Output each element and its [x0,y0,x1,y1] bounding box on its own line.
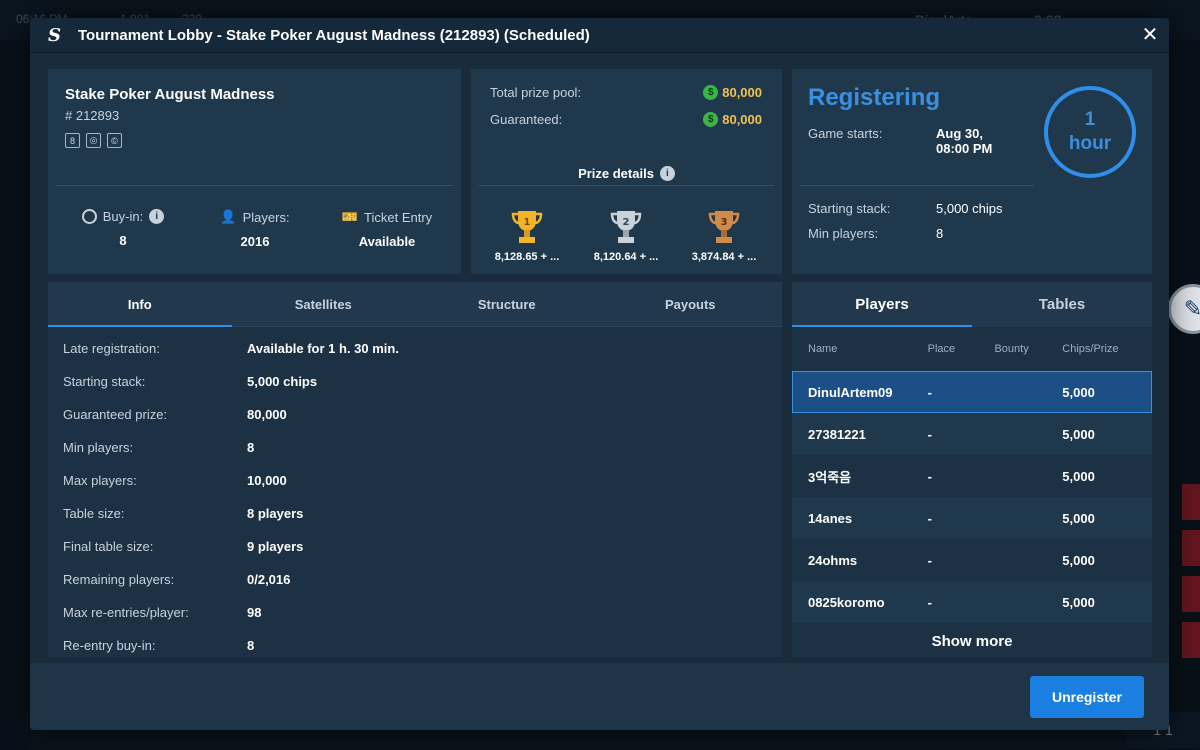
tournament-lobby-modal: S Tournament Lobby - Stake Poker August … [30,18,1169,730]
tab-players[interactable]: Players [792,282,972,327]
prize-amount: 3,874.84 + ... [691,251,757,263]
silver-trophy-icon: 2 [581,209,671,245]
stake-badge-icon: © [107,133,122,148]
tab-satellites[interactable]: Satellites [232,282,416,326]
prize-place-2: 2 8,120.64 + ... [581,209,671,263]
buyin-value: 8 [119,233,127,248]
prize-place-3: 3 3,874.84 + ... [679,209,769,263]
guaranteed-value: $ 80,000 [703,112,762,127]
table-row[interactable]: 24ohms -5,000 [792,539,1152,581]
info-list: Late registration: Available for 1 h. 30 … [63,341,782,671]
info-row: Guaranteed prize: 80,000 [63,407,287,422]
players-label: Players: [242,209,290,225]
info-icon[interactable]: i [149,209,165,224]
players-tabs: Players Tables [792,282,1152,327]
tournament-badges: 8 ◎ © [65,133,122,148]
table-row[interactable]: 0825koromo -5,000 [792,581,1152,623]
bronze-trophy-icon: 3 [679,209,769,245]
info-row: Min players: 8 [63,440,255,455]
players-stat: 👤 Players: 2016 [200,209,310,249]
tournament-summary-panel: Stake Poker August Madness # 212893 8 ◎ … [48,69,461,274]
prize-pool-panel: Total prize pool: $ 80,000 Guaranteed: $… [471,69,782,274]
tab-payouts[interactable]: Payouts [599,282,783,326]
svg-text:1: 1 [524,217,531,228]
chip-icon [81,209,97,224]
coin-icon: $ [703,85,719,100]
table-row[interactable]: 14anes -5,000 [792,497,1152,539]
ticket-value: Available [358,234,416,249]
info-row: Max re-entries/player: 98 [63,605,262,620]
buyin-label: Buy-in: [102,209,144,224]
info-panel: Info Satellites Structure Payouts Late r… [48,282,782,657]
close-icon: ✕ [1141,24,1159,46]
close-button[interactable]: ✕ [1139,24,1161,46]
players-list: DinulArtem09-5,000 27381221-5,000 3억죽음 -5… [792,371,1152,623]
show-more-button[interactable]: Show more [792,623,1152,659]
starting-stack-label: Starting stack: [808,201,891,216]
players-value: 2016 [240,234,270,249]
column-header-bounty[interactable]: Bounty [994,343,1062,355]
tournament-id: # 212893 [65,108,120,123]
gold-trophy-icon: 1 [482,209,572,245]
modal-title: Tournament Lobby - Stake Poker August Ma… [78,26,590,44]
status-panel: Registering Game starts: Aug 30, 08:00 P… [792,69,1152,274]
tab-info[interactable]: Info [48,282,232,327]
info-icon[interactable]: i [659,166,675,181]
min-players-value: 8 [936,226,944,241]
tab-structure[interactable]: Structure [415,282,599,326]
ticket-icon: 🎫 [341,209,359,224]
players-table-header: Name Place Bounty Chips/Prize [792,327,1152,371]
min-players-label: Min players: [808,226,879,241]
pencil-icon: ✎ [1183,296,1200,321]
info-row: Table size: 8 players [63,506,304,521]
guaranteed-label: Guaranteed: [490,112,563,127]
total-prize-value: $ 80,000 [703,85,762,100]
info-row: Final table size: 9 players [63,539,304,554]
column-header-place[interactable]: Place [928,343,995,355]
column-header-chips[interactable]: Chips/Prize [1062,343,1152,355]
starting-stack-value: 5,000 chips [936,201,1003,216]
modal-header: S Tournament Lobby - Stake Poker August … [30,18,1169,53]
divider [479,185,774,186]
divider [56,185,453,186]
prize-amount: 8,120.64 + ... [593,251,659,263]
stake-logo-icon: S [48,24,61,46]
svg-text:2: 2 [623,217,630,228]
ticket-label: Ticket Entry [364,209,433,225]
prize-place-1: 1 8,128.65 + ... [482,209,572,263]
table-size-badge-icon: 8 [65,133,80,148]
svg-text:3: 3 [721,217,728,228]
tab-tables[interactable]: Tables [972,282,1152,327]
table-row[interactable]: 27381221-5,000 [792,413,1152,455]
info-tabs: Info Satellites Structure Payouts [48,282,782,327]
info-row: Max players: 10,000 [63,473,287,488]
ticket-stat: 🎫 Ticket Entry Available [332,209,442,249]
total-prize-label: Total prize pool: [490,85,582,100]
coin-icon: $ [703,112,719,127]
column-header-name[interactable]: Name [808,343,928,355]
info-row: Remaining players: 0/2,016 [63,572,291,587]
players-panel: Players Tables Name Place Bounty Chips/P… [792,282,1152,657]
info-row: Starting stack: 5,000 chips [63,374,318,389]
unregister-button[interactable]: Unregister [1030,676,1144,718]
prize-amount: 8,128.65 + ... [494,251,560,263]
modal-footer [30,663,1169,730]
info-row: Late registration: Available for 1 h. 30 … [63,341,399,356]
table-row[interactable]: 3억죽음 -5,000 [792,455,1152,497]
reentry-badge-icon: ◎ [86,133,101,148]
game-starts-value: Aug 30, 08:00 PM [936,126,993,156]
prize-details-title: Prize details i [471,166,782,181]
countdown-timer: 1 hour [1044,86,1136,178]
tournament-name: Stake Poker August Madness [65,86,275,103]
buyin-stat: Buy-in: i 8 [68,209,178,248]
divider [800,185,1034,186]
user-icon: 👤 [220,209,237,224]
registration-status: Registering [808,84,941,111]
table-row[interactable]: DinulArtem09-5,000 [792,371,1152,413]
game-starts-label: Game starts: [808,126,883,141]
